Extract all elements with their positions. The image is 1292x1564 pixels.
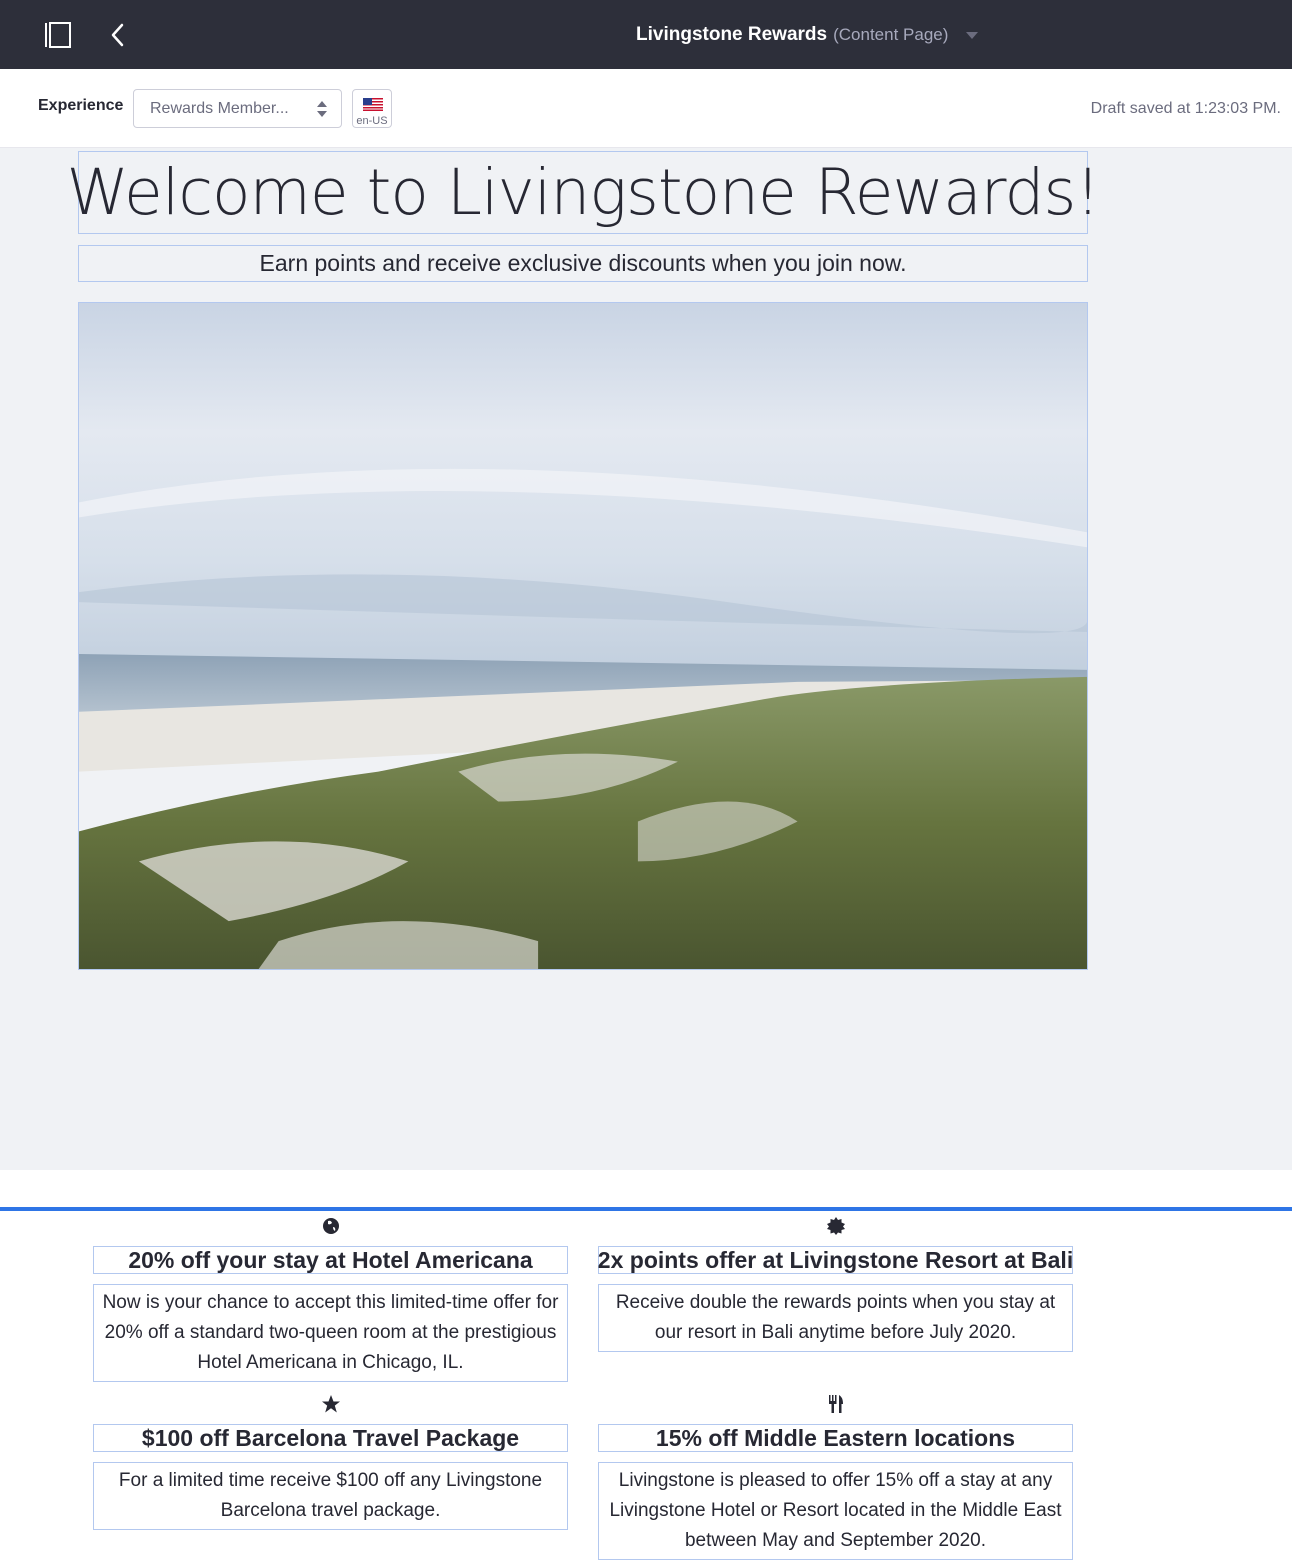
offer-body: For a limited time receive $100 off any … — [118, 1470, 543, 1521]
hero-image-fragment[interactable] — [78, 302, 1088, 970]
language-code: en-US — [356, 115, 388, 127]
page-title-group: Livingstone Rewards (Content Page) — [636, 22, 979, 48]
sort-arrows-icon — [317, 101, 327, 117]
offer-body-fragment[interactable]: Livingstone is pleased to offer 15% off … — [598, 1462, 1073, 1560]
draft-status: Draft saved at 1:23:03 PM. — [1090, 100, 1281, 117]
offer-body-fragment[interactable]: Receive double the rewards points when y… — [598, 1284, 1073, 1352]
editor-toolbar: Experience Rewards Member... en-US Draft… — [0, 69, 1292, 148]
us-flag-icon — [363, 98, 383, 111]
back-chevron-icon[interactable] — [106, 22, 130, 48]
offer-title: 2x points offer at Livingstone Resort at… — [597, 1246, 1074, 1273]
offer-title-fragment[interactable]: $100 off Barcelona Travel Package — [93, 1424, 568, 1452]
experience-select[interactable]: Rewards Member... — [133, 89, 342, 128]
subheading-fragment[interactable]: Earn points and receive exclusive discou… — [78, 245, 1088, 282]
page-editor-header: Livingstone Rewards (Content Page) — [0, 0, 1292, 69]
caret-down-icon[interactable] — [966, 31, 979, 39]
offer-title-fragment[interactable]: 2x points offer at Livingstone Resort at… — [598, 1246, 1073, 1274]
sidebar-toggle-icon[interactable] — [44, 22, 72, 48]
offer-body: Receive double the rewards points when y… — [615, 1292, 1056, 1343]
experience-select-value: Rewards Member... — [150, 100, 289, 117]
offer-body: Now is your chance to accept this limite… — [102, 1292, 559, 1373]
globe-icon — [322, 1218, 339, 1234]
offer-body-fragment[interactable]: Now is your chance to accept this limite… — [93, 1284, 568, 1382]
hero-section: Welcome to Livingstone Rewards! Earn poi… — [0, 148, 1292, 1170]
hero-heading: Welcome to Livingstone Rewards! — [66, 156, 1100, 229]
offer-body-fragment[interactable]: For a limited time receive $100 off any … — [93, 1462, 568, 1530]
badge-icon — [826, 1217, 845, 1235]
hero-subheading: Earn points and receive exclusive discou… — [259, 250, 907, 276]
heading-fragment[interactable]: Welcome to Livingstone Rewards! — [66, 151, 1101, 234]
language-selector-button[interactable]: en-US — [352, 89, 392, 128]
cutlery-icon — [828, 1395, 843, 1413]
experience-label: Experience — [38, 97, 124, 114]
offer-title: 20% off your stay at Hotel Americana — [128, 1246, 533, 1273]
star-icon — [321, 1395, 340, 1413]
page-title: Livingstone Rewards — [636, 24, 828, 45]
offer-body: Livingstone is pleased to offer 15% off … — [609, 1470, 1062, 1551]
page-type-label: (Content Page) — [833, 25, 949, 44]
beach-dunes-image — [79, 303, 1087, 969]
offer-title: $100 off Barcelona Travel Package — [141, 1424, 520, 1451]
offer-title: 15% off Middle Eastern locations — [655, 1424, 1016, 1451]
offer-title-fragment[interactable]: 20% off your stay at Hotel Americana — [93, 1246, 568, 1274]
offer-title-fragment[interactable]: 15% off Middle Eastern locations — [598, 1424, 1073, 1452]
drop-target-indicator — [0, 1207, 1292, 1211]
